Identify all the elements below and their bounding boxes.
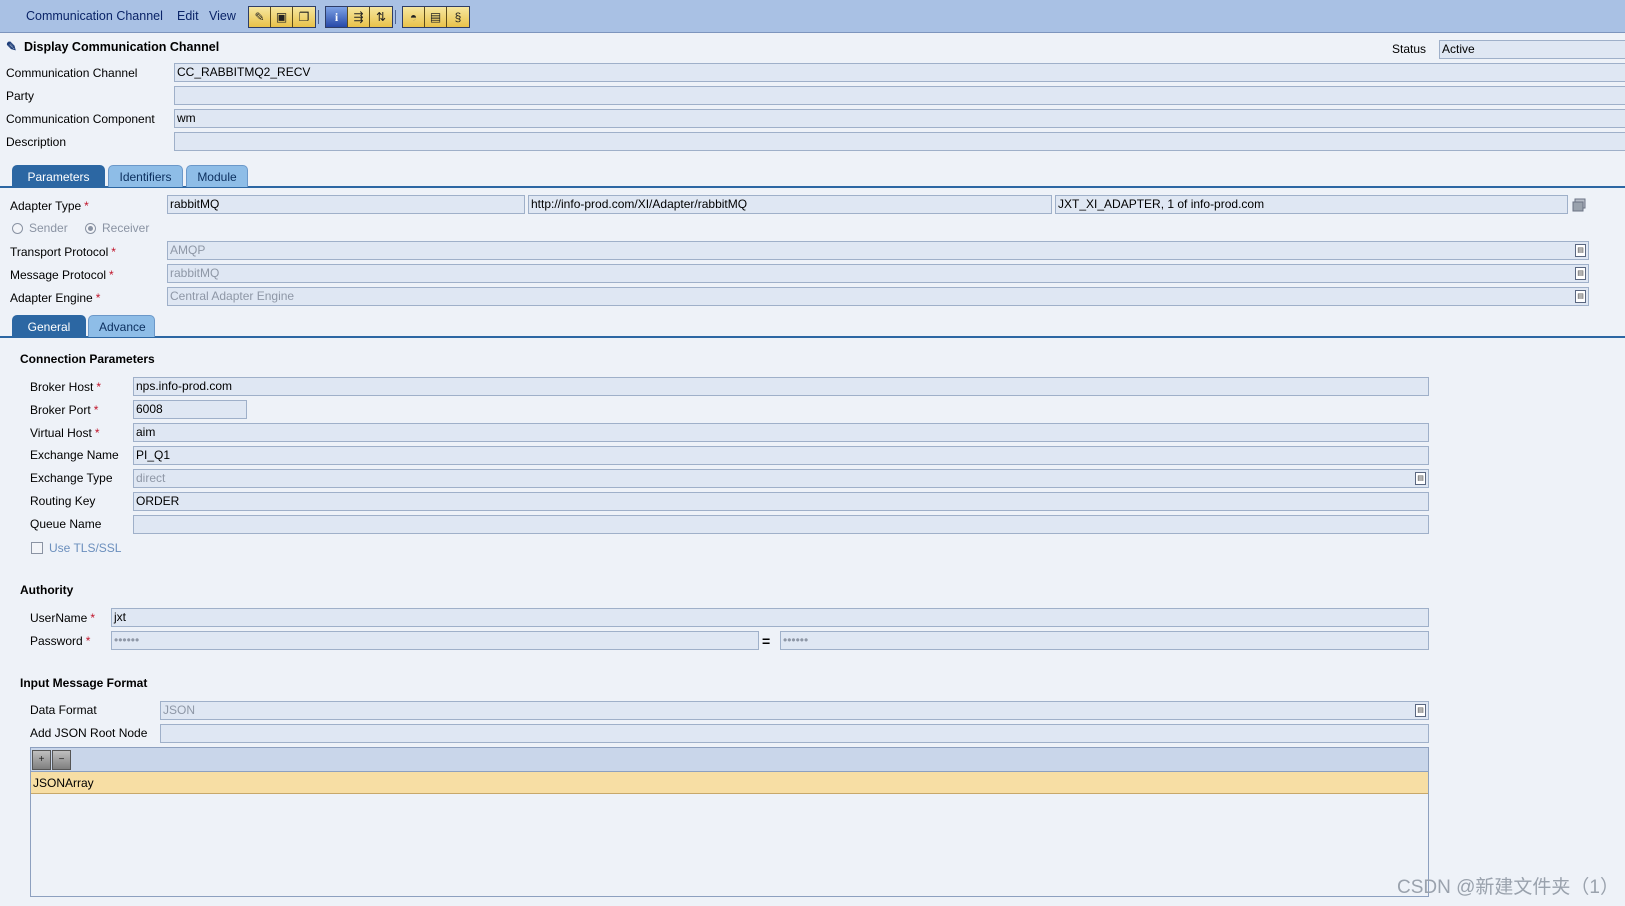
adapter-type-label: Adapter Type * [10,199,89,213]
dropdown-icon[interactable]: ▤ [1575,244,1586,257]
broker-host-label: Broker Host * [30,380,102,394]
channel-label: Communication Channel [6,66,138,80]
dropdown-icon[interactable]: ▤ [1575,267,1586,280]
radio-receiver-label: Receiver [102,221,150,235]
authority-section-title: Authority [20,583,74,597]
radio-sender[interactable]: Sender [12,221,68,235]
broker-host-field[interactable]: nps.info-prod.com [133,377,1429,396]
toolbar-edit-group: ✎ ▣ ❐ [248,6,316,28]
dropdown-icon[interactable]: ▤ [1575,290,1586,303]
dropdown-icon[interactable]: ▤ [1415,472,1426,485]
tls-checkbox-box[interactable] [31,542,43,554]
exchange-type-label: Exchange Type [30,471,113,485]
watermark: CSDN @新建文件夹（1） [1397,877,1619,898]
ping-icon[interactable]: ◓ [403,7,425,27]
toolbar-tools-group: ◓ ▤ § [402,6,470,28]
exchange-type-select[interactable]: direct ▤ [133,469,1429,488]
tab-general[interactable]: General [12,315,86,337]
password-field[interactable]: •••••• [111,631,759,650]
dropdown-icon[interactable]: ▤ [1415,704,1426,717]
transport-protocol-select[interactable]: AMQP ▤ [167,241,1589,260]
main-tabstrip: Parameters Identifiers Module [0,165,1625,188]
adapter-type-field[interactable]: rabbitMQ [167,195,525,214]
queue-name-label: Queue Name [30,517,102,531]
party-label: Party [6,89,35,103]
message-protocol-select[interactable]: rabbitMQ ▤ [167,264,1589,283]
input-format-section-title: Input Message Format [20,676,148,690]
add-row-icon[interactable]: + [32,749,51,770]
component-field[interactable]: wm [174,109,1625,128]
adapter-swcv-field: JXT_XI_ADAPTER, 1 of info-prod.com [1055,195,1568,214]
radio-sender-label: Sender [29,221,68,235]
page-title-text: Display Communication Channel [24,40,220,54]
exchange-name-field[interactable]: PI_Q1 [133,446,1429,465]
tab-identifiers[interactable]: Identifiers [108,165,183,187]
menu-edit[interactable]: Edit [177,9,199,23]
virtual-host-label: Virtual Host * [30,426,100,440]
info-icon[interactable]: i [326,7,348,27]
transport-protocol-label: Transport Protocol * [10,245,116,259]
radio-receiver[interactable]: Receiver [85,221,149,235]
copy-icon[interactable] [1572,198,1586,212]
equals-sign: = [762,633,771,649]
broker-port-field[interactable]: 6008 [133,400,247,419]
description-label: Description [6,135,67,149]
tab-parameters[interactable]: Parameters [12,165,105,187]
routing-key-field[interactable]: ORDER [133,492,1429,511]
menu-view[interactable]: View [209,9,236,23]
copy-object-icon[interactable]: ❐ [293,7,315,27]
adapter-engine-label: Adapter Engine * [10,291,101,305]
queue-name-field[interactable] [133,515,1429,534]
password-confirm-field[interactable]: •••••• [780,631,1429,650]
root-node-table: + − JSONArray [30,747,1429,897]
tab-advance[interactable]: Advance [88,315,155,337]
exchange-name-label: Exchange Name [30,448,119,462]
sub-tabstrip: General Advance [0,315,1625,338]
toolbar-info-group: i ⇶ ⇅ [325,6,393,28]
username-label: UserName * [30,611,96,625]
virtual-host-field[interactable]: aim [133,423,1429,442]
party-field[interactable] [174,86,1625,105]
username-field[interactable]: jxt [111,608,1429,627]
connection-section-title: Connection Parameters [20,352,155,366]
table-icon[interactable]: ▤ [425,7,447,27]
data-format-select[interactable]: JSON ▤ [160,701,1429,720]
data-format-label: Data Format [30,703,97,717]
page-title: ✎ Display Communication Channel [6,39,220,55]
root-node-label: Add JSON Root Node [30,726,148,740]
table-toolbar: + − [31,748,1428,772]
tls-checkbox[interactable]: Use TLS/SSL [31,541,121,555]
delete-row-icon[interactable]: − [52,749,71,770]
tls-checkbox-label: Use TLS/SSL [49,541,122,555]
password-label: Password * [30,634,91,648]
component-label: Communication Component [6,112,155,126]
status-label: Status [1392,42,1427,56]
compare-icon[interactable]: ⇅ [370,7,392,27]
radio-receiver-dot[interactable] [85,222,96,234]
description-field[interactable] [174,132,1625,151]
history-icon[interactable]: § [447,7,469,27]
radio-sender-dot[interactable] [12,222,23,234]
menu-bar: Communication Channel Edit View ✎ ▣ ❐ i … [0,0,1625,33]
menu-communication-channel[interactable]: Communication Channel [26,9,163,23]
save-icon[interactable]: ▣ [271,7,293,27]
tab-module[interactable]: Module [186,165,248,187]
edit-pen-icon[interactable]: ✎ [249,7,271,27]
root-node-field[interactable] [160,724,1429,743]
message-protocol-label: Message Protocol * [10,268,114,282]
broker-port-label: Broker Port * [30,403,99,417]
display-pen-icon: ✎ [6,39,17,54]
where-used-icon[interactable]: ⇶ [348,7,370,27]
adapter-engine-select[interactable]: Central Adapter Engine ▤ [167,287,1589,306]
adapter-namespace-field: http://info-prod.com/XI/Adapter/rabbitMQ [528,195,1052,214]
status-field: Active [1439,40,1625,59]
routing-key-label: Routing Key [30,494,96,508]
table-row[interactable]: JSONArray [31,772,1428,794]
channel-field[interactable]: CC_RABBITMQ2_RECV [174,63,1625,82]
